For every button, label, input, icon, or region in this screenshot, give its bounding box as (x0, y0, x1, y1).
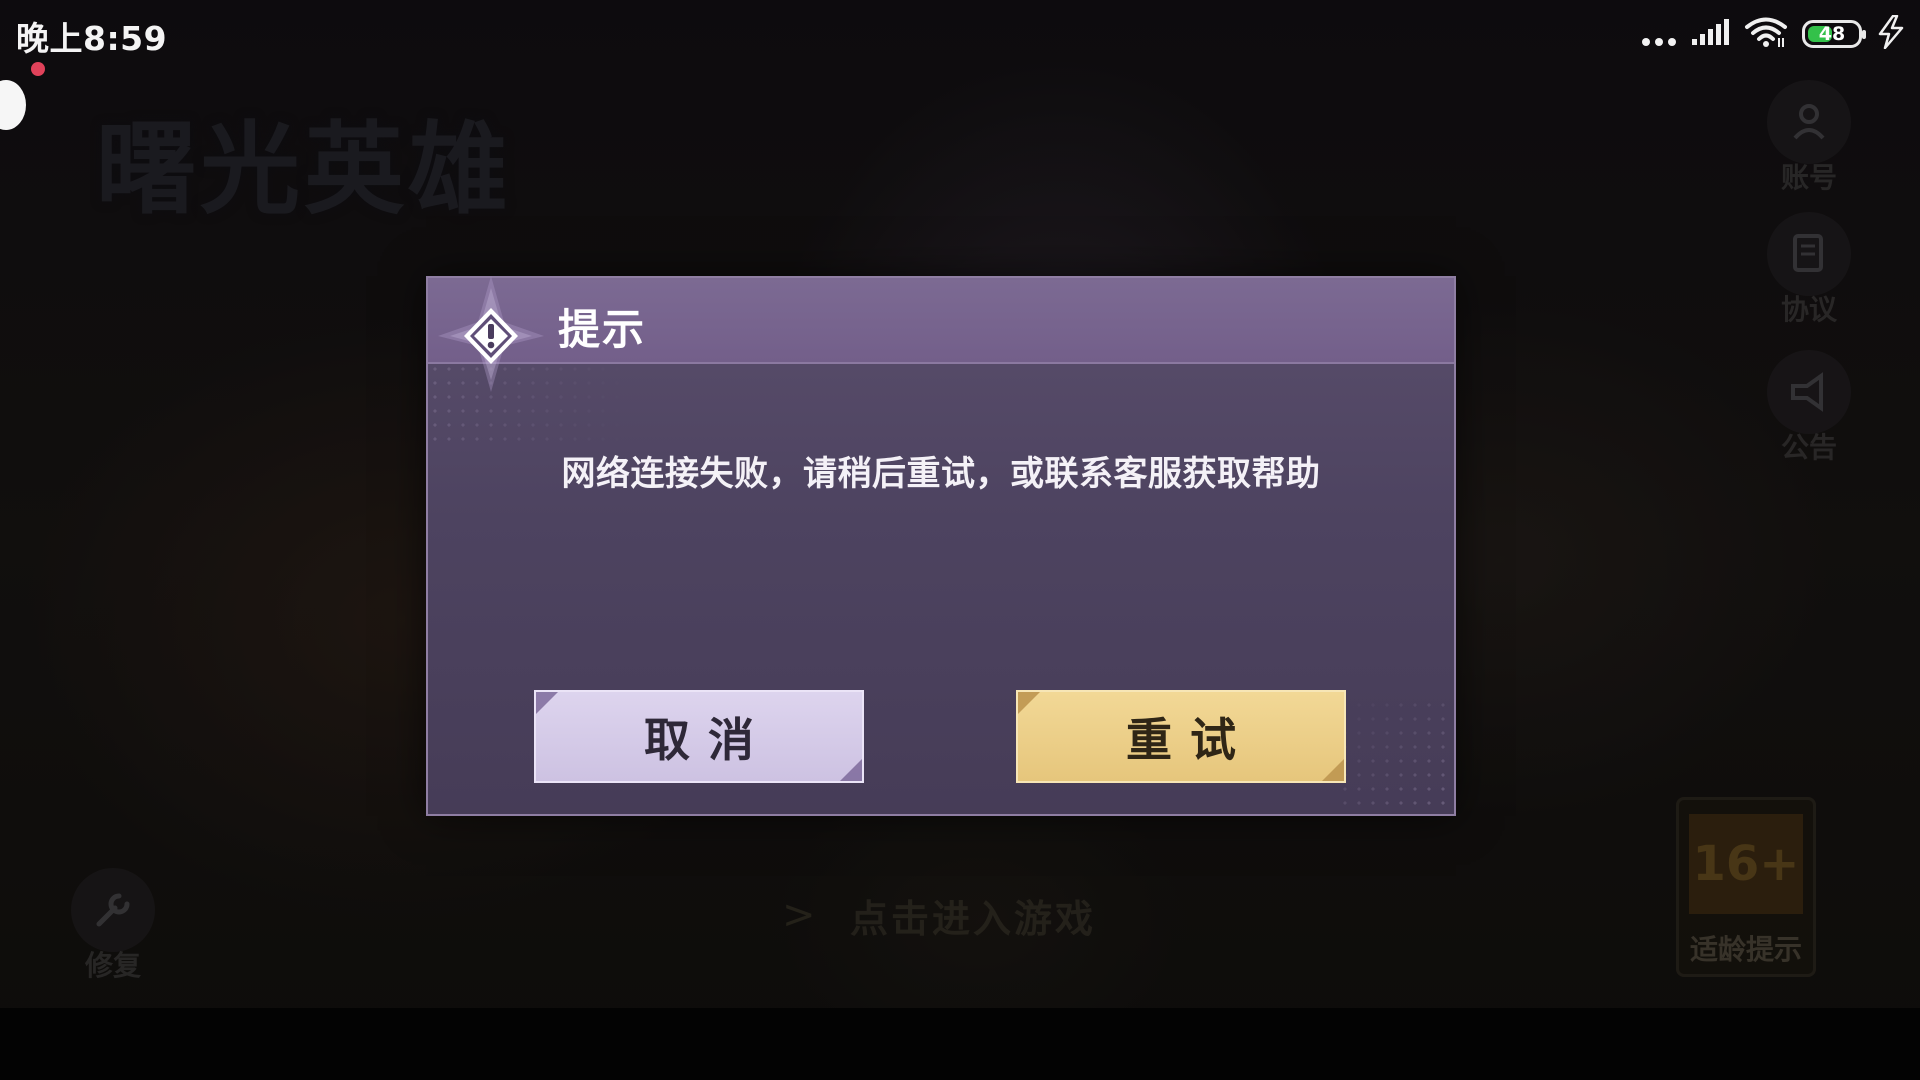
wifi-icon (1744, 16, 1788, 52)
cancel-button-label: 取消 (644, 712, 772, 767)
battery-level: 48 (1818, 23, 1846, 45)
dialog-message: 网络连接失败，请稍后重试，或联系客服获取帮助 (561, 454, 1321, 494)
status-icons: 48 (1642, 14, 1906, 54)
warning-icon (436, 274, 546, 394)
retry-button-label: 重试 (1126, 712, 1254, 767)
more-dots-icon (1642, 20, 1676, 48)
status-bar: 晚上8:59 48 (0, 0, 1920, 64)
status-time: 晚上8:59 (16, 19, 168, 58)
charging-bolt-icon (1876, 14, 1906, 53)
dialog-title: 提示 (558, 305, 647, 354)
recording-dot (31, 62, 45, 76)
dialog-dot-pattern-corner (1338, 698, 1448, 808)
alert-dialog: 提示 网络连接失败，请稍后重试，或联系客服获取帮助 取消 重试 (426, 276, 1456, 816)
cancel-button[interactable]: 取消 (534, 690, 864, 783)
signal-icon (1690, 17, 1730, 51)
retry-button[interactable]: 重试 (1016, 690, 1346, 783)
battery-icon: 48 (1802, 20, 1866, 48)
